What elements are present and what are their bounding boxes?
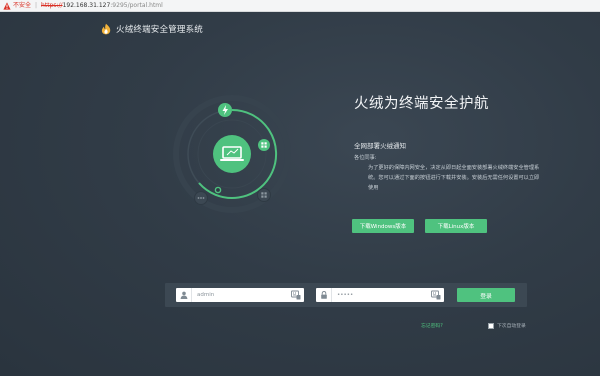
login-button[interactable]: 登录 [457,288,515,302]
remember-checkbox[interactable] [488,322,494,329]
download-linux-button[interactable]: 下载Linux版本 [425,219,487,233]
notice-body: 各位同事: 为了更好的保障内网安全，决定从即日起全面安装部署火绒终端安全管理系统… [354,153,544,193]
security-illustration [173,95,291,213]
warning-icon [3,1,11,10]
url-path: :9295/portal.html [110,1,163,9]
brand-header: 火绒终端安全管理系统 [100,22,203,36]
login-bar: 登录 [165,283,527,307]
center-disc [213,135,251,173]
insecure-label[interactable]: 不安全 [13,0,31,12]
url-host: 192.168.31.127 [62,1,111,9]
forgot-password-link[interactable]: 忘记密码? [421,322,443,329]
notice-title: 全网部署火绒通知 [354,142,406,150]
arc-end-dot [214,186,222,194]
user-icon [176,288,192,302]
grid-node-active [258,139,270,151]
remember-login[interactable]: 下次自动登录 [488,322,526,329]
hero-headline: 火绒为终端安全护航 [354,96,489,112]
keyboard-icon[interactable] [431,290,441,300]
remember-label: 下次自动登录 [497,324,526,329]
password-field[interactable] [316,288,444,302]
username-field[interactable] [176,288,304,302]
url-scheme: https:// [41,1,63,9]
notice-greeting: 各位同事: [354,155,377,161]
download-windows-button[interactable]: 下载Windows版本 [352,219,414,233]
notice-text: 为了更好的保障内网安全，决定从即日起全面安装部署火绒终端安全管理系统。您可以通过… [368,165,540,191]
username-input[interactable] [192,289,284,301]
keyboard-icon[interactable] [291,290,301,300]
lock-icon [316,288,332,302]
fire-logo-icon [101,23,111,35]
grid-node-inactive [257,188,271,202]
portal-page: 火绒终端安全管理系统 火绒为终端安全护航 全网部署火绒通知 各位同事: 为了更好… [0,12,600,376]
more-dots-icon [197,197,205,199]
app-title: 火绒终端安全管理系统 [116,25,204,35]
password-input[interactable] [332,289,424,301]
browser-address-bar[interactable]: 不安全 | https:// 192.168.31.127 :9295/port… [0,0,600,12]
address-separator: | [35,1,38,9]
